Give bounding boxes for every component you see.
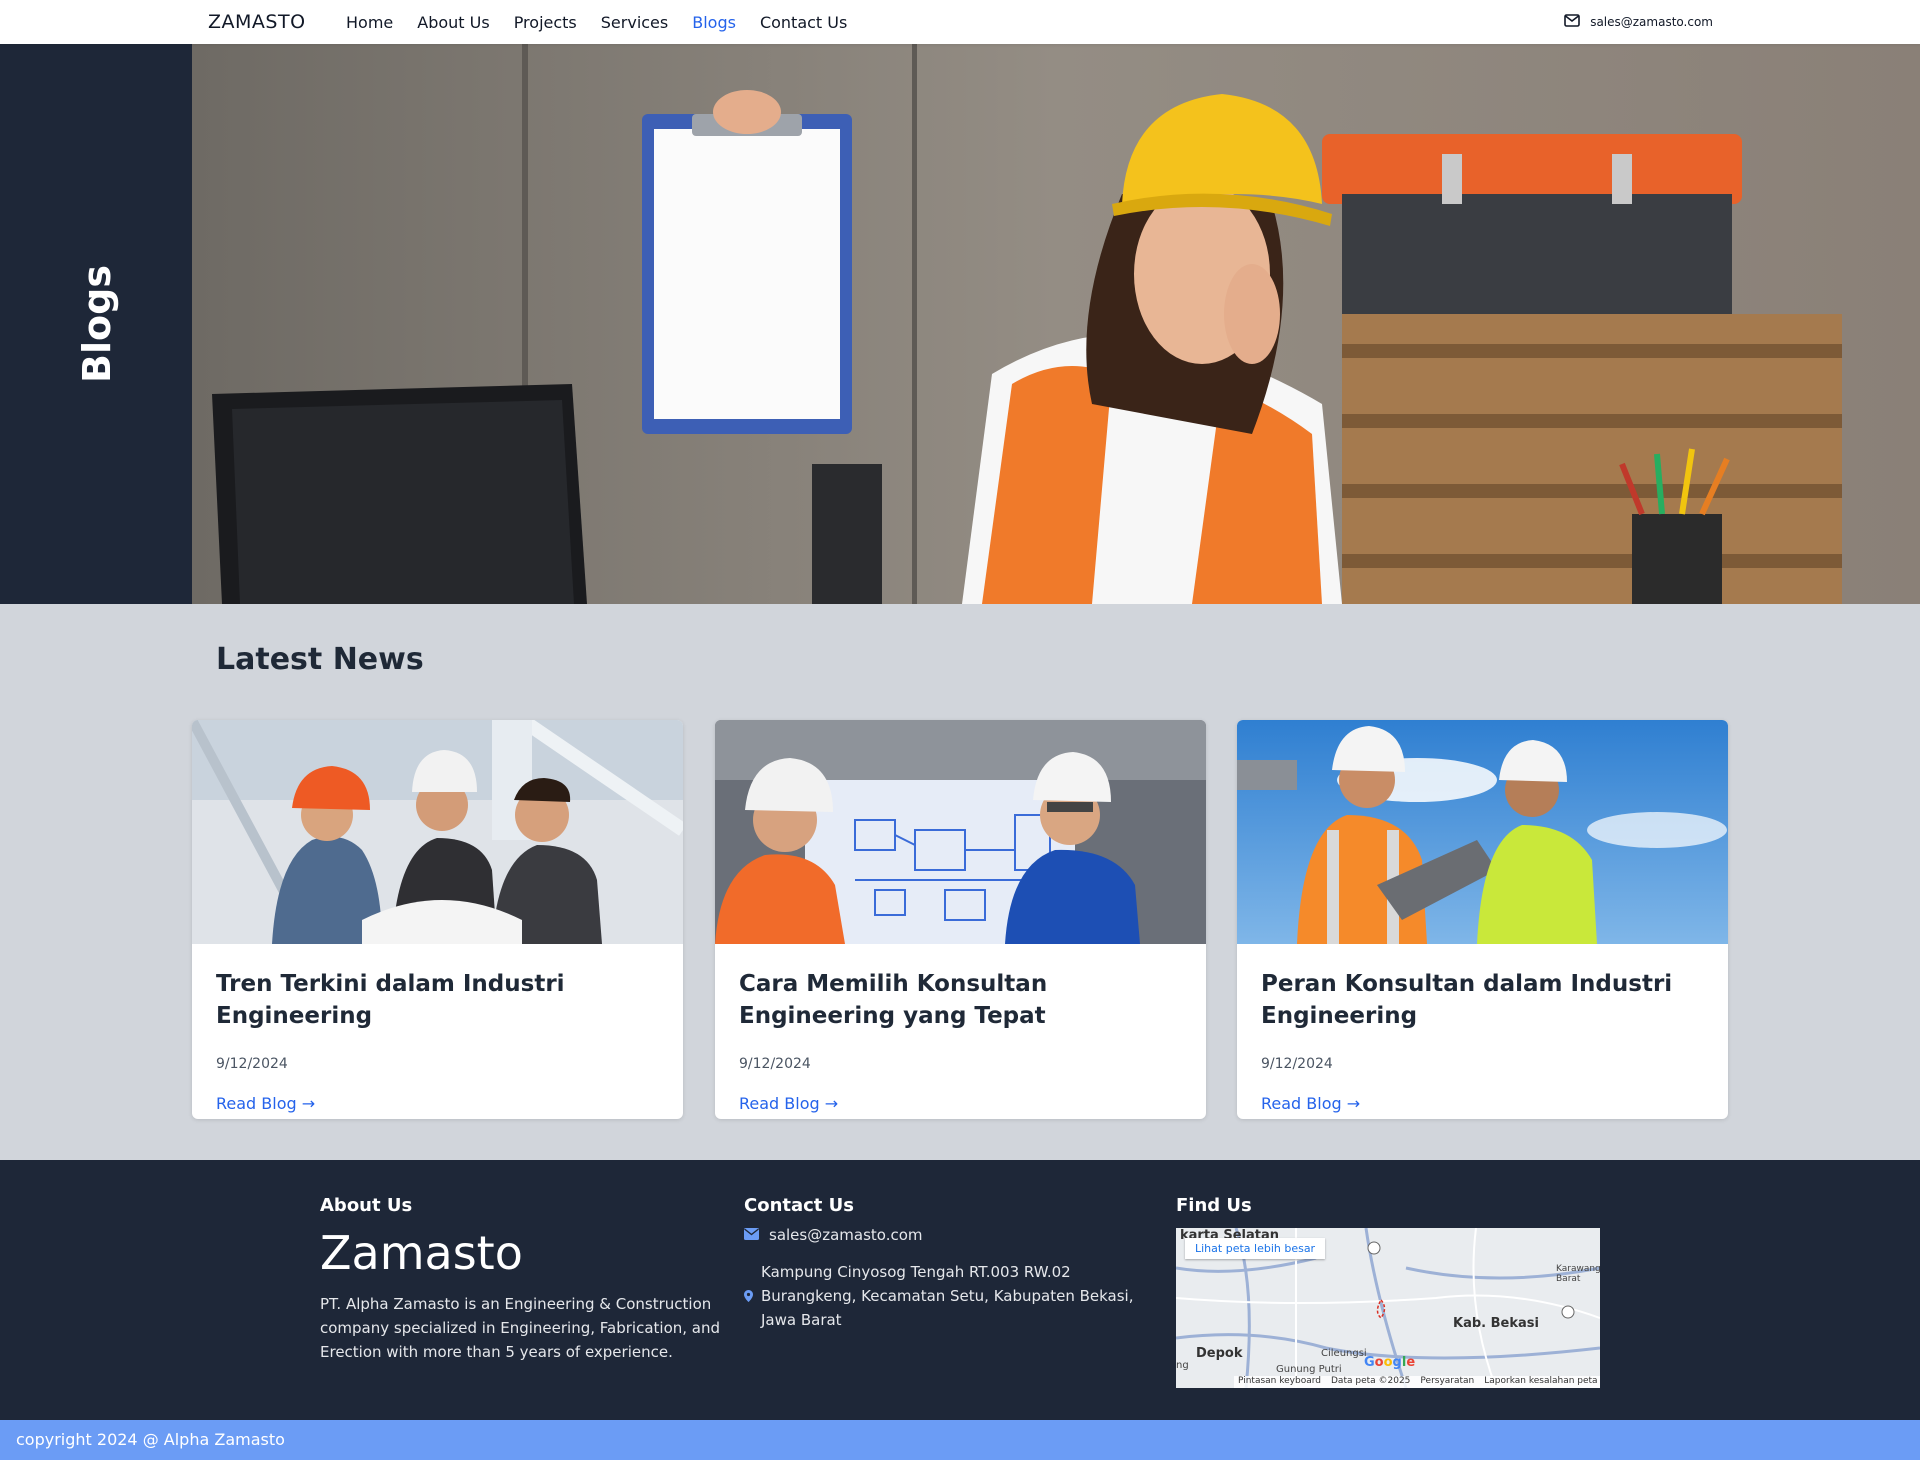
nav-services[interactable]: Services [601,13,668,32]
map-label: Karawang Barat [1556,1264,1600,1284]
news-card-list: Tren Terkini dalam Industri Engineering … [192,720,1728,1120]
mail-icon [1564,14,1580,30]
map-keyboard-shortcuts[interactable]: Pintasan keyboard [1238,1376,1321,1388]
embedded-map[interactable]: karta Selatan Lihat peta lebih besar Kab… [1176,1228,1600,1388]
map-label: Cileungsi [1321,1348,1367,1359]
news-card-title[interactable]: Peran Konsultan dalam Industri Engineeri… [1261,968,1711,1032]
read-blog-link[interactable]: Read Blog → [216,1094,315,1113]
envelope-icon [744,1226,759,1244]
nav-projects[interactable]: Projects [514,13,577,32]
nav-email[interactable]: sales@zamasto.com [1564,14,1713,30]
news-card-date: 9/12/2024 [216,1056,288,1072]
map-data: Data peta ©2025 [1331,1376,1411,1386]
news-card[interactable]: Cara Memilih Konsultan Engineering yang … [715,720,1206,1119]
footer-address: Kampung Cinyosog Tengah RT.003 RW.02 Bur… [744,1260,1151,1332]
nav-home[interactable]: Home [346,13,393,32]
read-blog-link[interactable]: Read Blog → [739,1094,838,1113]
nav-blogs[interactable]: Blogs [692,13,736,32]
news-card[interactable]: Peran Konsultan dalam Industri Engineeri… [1237,720,1728,1119]
map-terms[interactable]: Persyaratan [1420,1376,1474,1388]
map-label: Depok [1196,1346,1243,1361]
map-label: Gunung Putri [1276,1364,1342,1375]
view-larger-map-link[interactable]: Lihat peta lebih besar [1185,1238,1326,1259]
footer-address-text: Kampung Cinyosog Tengah RT.003 RW.02 Bur… [761,1263,1134,1329]
hero-banner: Blogs [0,44,1920,604]
footer-email[interactable]: sales@zamasto.com [744,1226,923,1244]
copyright-bar: copyright 2024 @ Alpha Zamasto [0,1420,1920,1460]
news-card-title[interactable]: Cara Memilih Konsultan Engineering yang … [739,968,1189,1032]
footer-brand: Zamasto [320,1226,523,1280]
latest-news-heading: Latest News [216,642,424,677]
footer-contact-heading: Contact Us [744,1195,855,1216]
news-card-image [715,720,1206,944]
map-label: ng [1176,1360,1189,1371]
map-pin-icon [744,1287,753,1306]
map-attribution: Pintasan keyboard Data peta ©2025 Persya… [1234,1376,1600,1388]
news-card-image [192,720,683,944]
map-label: Kab. Bekasi [1453,1316,1539,1331]
news-card-date: 9/12/2024 [739,1056,811,1072]
footer-find-heading: Find Us [1176,1195,1252,1216]
news-card[interactable]: Tren Terkini dalam Industri Engineering … [192,720,683,1119]
nav-about-us[interactable]: About Us [417,13,489,32]
map-report-error[interactable]: Laporkan kesalahan peta [1484,1376,1597,1388]
google-logo: Google [1364,1355,1416,1370]
footer-description: PT. Alpha Zamasto is an Engineering & Co… [320,1295,721,1361]
main-menu: Home About Us Projects Services Blogs Co… [346,13,847,32]
nav-contact-us[interactable]: Contact Us [760,13,847,32]
footer-email-text: sales@zamasto.com [769,1226,923,1244]
news-card-date: 9/12/2024 [1261,1056,1333,1072]
hero-sidebar: Blogs [0,44,192,604]
top-navbar: ZAMASTO Home About Us Projects Services … [0,0,1920,44]
brand-logo[interactable]: ZAMASTO [208,11,306,33]
footer: About Us Zamasto PT. Alpha Zamasto is an… [0,1160,1920,1420]
footer-about-heading: About Us [320,1195,413,1216]
hero-image [192,44,1920,604]
news-card-title[interactable]: Tren Terkini dalam Industri Engineering [216,968,666,1032]
read-blog-link[interactable]: Read Blog → [1261,1094,1360,1113]
nav-email-text: sales@zamasto.com [1590,15,1713,29]
hero-title: Blogs [75,265,119,383]
news-card-image [1237,720,1728,944]
